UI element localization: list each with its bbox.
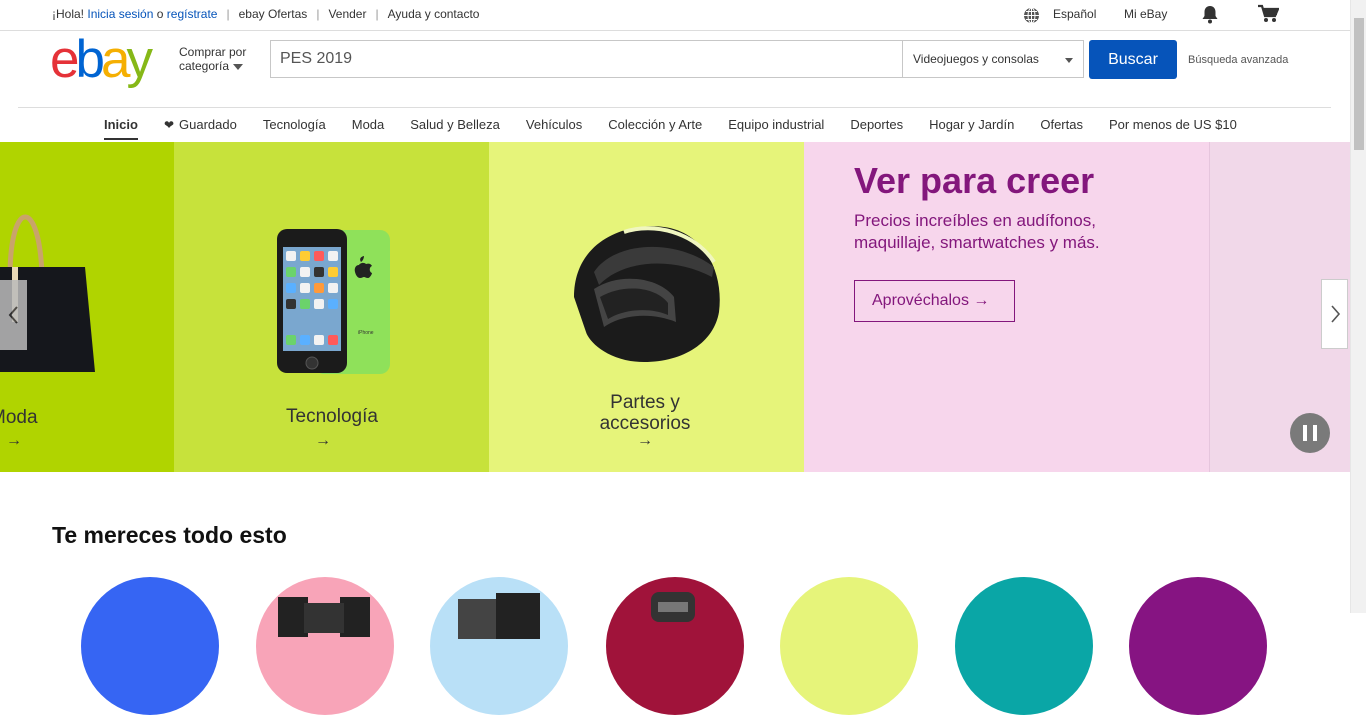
language-selector[interactable]: Español — [1053, 7, 1096, 21]
nav-item-sports[interactable]: Deportes — [850, 117, 903, 140]
bell-icon[interactable] — [1201, 4, 1219, 27]
carousel-pause-button[interactable] — [1290, 413, 1330, 453]
category-select-value: Videojuegos y consolas — [913, 52, 1039, 66]
category-circle[interactable] — [606, 577, 744, 715]
panel-label: Moda — [0, 407, 38, 428]
top-bar-left: ¡Hola! Inicia sesión o regístrate | ebay… — [52, 7, 479, 21]
search-button[interactable]: Buscar — [1089, 40, 1177, 79]
nav-item-saved[interactable]: ❤ Guardado — [164, 117, 237, 140]
nav-item-label: Guardado — [179, 117, 237, 132]
cart-icon[interactable] — [1257, 4, 1280, 27]
deals-link[interactable]: ebay Ofertas — [239, 7, 308, 21]
panel-label: Tecnología — [286, 406, 378, 427]
divider: | — [316, 7, 320, 21]
panel-label: Partes y accesorios — [585, 392, 705, 434]
pause-icon — [1313, 425, 1317, 441]
hero-subtitle: Precios increíbles en audífonos, maquill… — [854, 211, 1100, 252]
category-nav: Inicio ❤ Guardado Tecnología Moda Salud y… — [104, 117, 1263, 140]
chevron-down-icon — [1065, 58, 1073, 63]
hero-panel-technology[interactable]: iPhone Tecnología → — [174, 142, 489, 472]
helmet-image — [574, 226, 720, 362]
register-link[interactable]: regístrate — [167, 7, 218, 21]
nav-item-technology[interactable]: Tecnología — [263, 117, 326, 140]
chevron-left-icon — [8, 306, 18, 324]
arrow-icon: → — [315, 432, 331, 449]
pause-icon — [1303, 425, 1307, 441]
nav-item-home[interactable]: Inicio — [104, 117, 138, 140]
nav-item-vehicles[interactable]: Vehículos — [526, 117, 582, 140]
scrollbar[interactable] — [1350, 0, 1366, 613]
signin-link[interactable]: Inicia sesión — [87, 7, 153, 21]
advanced-search-link[interactable]: Búsqueda avanzada — [1188, 54, 1288, 66]
nav-item-collectibles-art[interactable]: Colección y Arte — [608, 117, 702, 140]
section-title: Te mereces todo esto — [52, 522, 287, 548]
category-circle[interactable] — [81, 577, 219, 715]
tablet-image — [458, 593, 540, 639]
speaker-image — [278, 597, 370, 637]
panel-label-line2: accesorios — [599, 413, 691, 434]
globe-icon[interactable] — [1023, 7, 1040, 27]
nav-item-home-garden[interactable]: Hogar y Jardín — [929, 117, 1014, 140]
carousel-next-button[interactable] — [1321, 279, 1348, 349]
divider — [18, 107, 1331, 108]
heart-icon: ❤ — [163, 118, 175, 132]
shop-by-category-button[interactable]: Comprar por categoría — [179, 45, 246, 73]
help-contact-link[interactable]: Ayuda y contacto — [388, 7, 480, 21]
ebay-logo[interactable]: ebay — [50, 33, 153, 86]
chevron-down-icon — [233, 63, 244, 70]
hero-panel-parts[interactable]: Partes y accesorios → — [489, 142, 804, 472]
arrow-icon: → — [6, 432, 22, 449]
helmet-small-image — [651, 592, 695, 622]
arrow-icon: → — [637, 432, 653, 449]
panel-label-line1: Partes y — [610, 392, 680, 413]
nav-item-deals[interactable]: Ofertas — [1040, 117, 1083, 140]
nav-item-fashion[interactable]: Moda — [352, 117, 385, 140]
shop-by-category-line1: Comprar por — [179, 45, 247, 59]
phone-brand-text: iPhone — [358, 330, 374, 336]
scrollbar-thumb[interactable] — [1354, 18, 1364, 150]
nav-item-under-10[interactable]: Por menos de US $10 — [1109, 117, 1237, 140]
shop-by-category-line2: categoría — [179, 59, 230, 73]
chevron-right-icon — [1331, 305, 1341, 323]
divider: | — [226, 7, 230, 21]
top-bar: ¡Hola! Inicia sesión o regístrate | ebay… — [0, 0, 1350, 31]
category-circle[interactable] — [780, 577, 918, 715]
or-text: o — [156, 7, 164, 21]
hero-title: Ver para creer — [854, 160, 1095, 201]
search-input[interactable] — [270, 40, 902, 78]
category-circle[interactable] — [430, 577, 568, 715]
sell-link[interactable]: Vender — [328, 7, 366, 21]
carousel-prev-button[interactable] — [0, 280, 27, 350]
hero-cta-button[interactable]: Aprovéchalos → — [854, 280, 1015, 322]
divider: | — [375, 7, 379, 21]
category-select[interactable]: Videojuegos y consolas — [902, 40, 1084, 78]
nav-item-industrial[interactable]: Equipo industrial — [728, 117, 824, 140]
category-circle[interactable] — [955, 577, 1093, 715]
smartphone-image: iPhone — [277, 229, 390, 374]
greeting: ¡Hola! — [52, 7, 85, 21]
category-circle[interactable] — [256, 577, 394, 715]
hero-carousel: Moda → iPhone Tecnología → — [0, 142, 1351, 472]
nav-item-health-beauty[interactable]: Salud y Belleza — [410, 117, 500, 140]
my-ebay-link[interactable]: Mi eBay — [1124, 7, 1167, 21]
category-circle[interactable] — [1129, 577, 1267, 715]
